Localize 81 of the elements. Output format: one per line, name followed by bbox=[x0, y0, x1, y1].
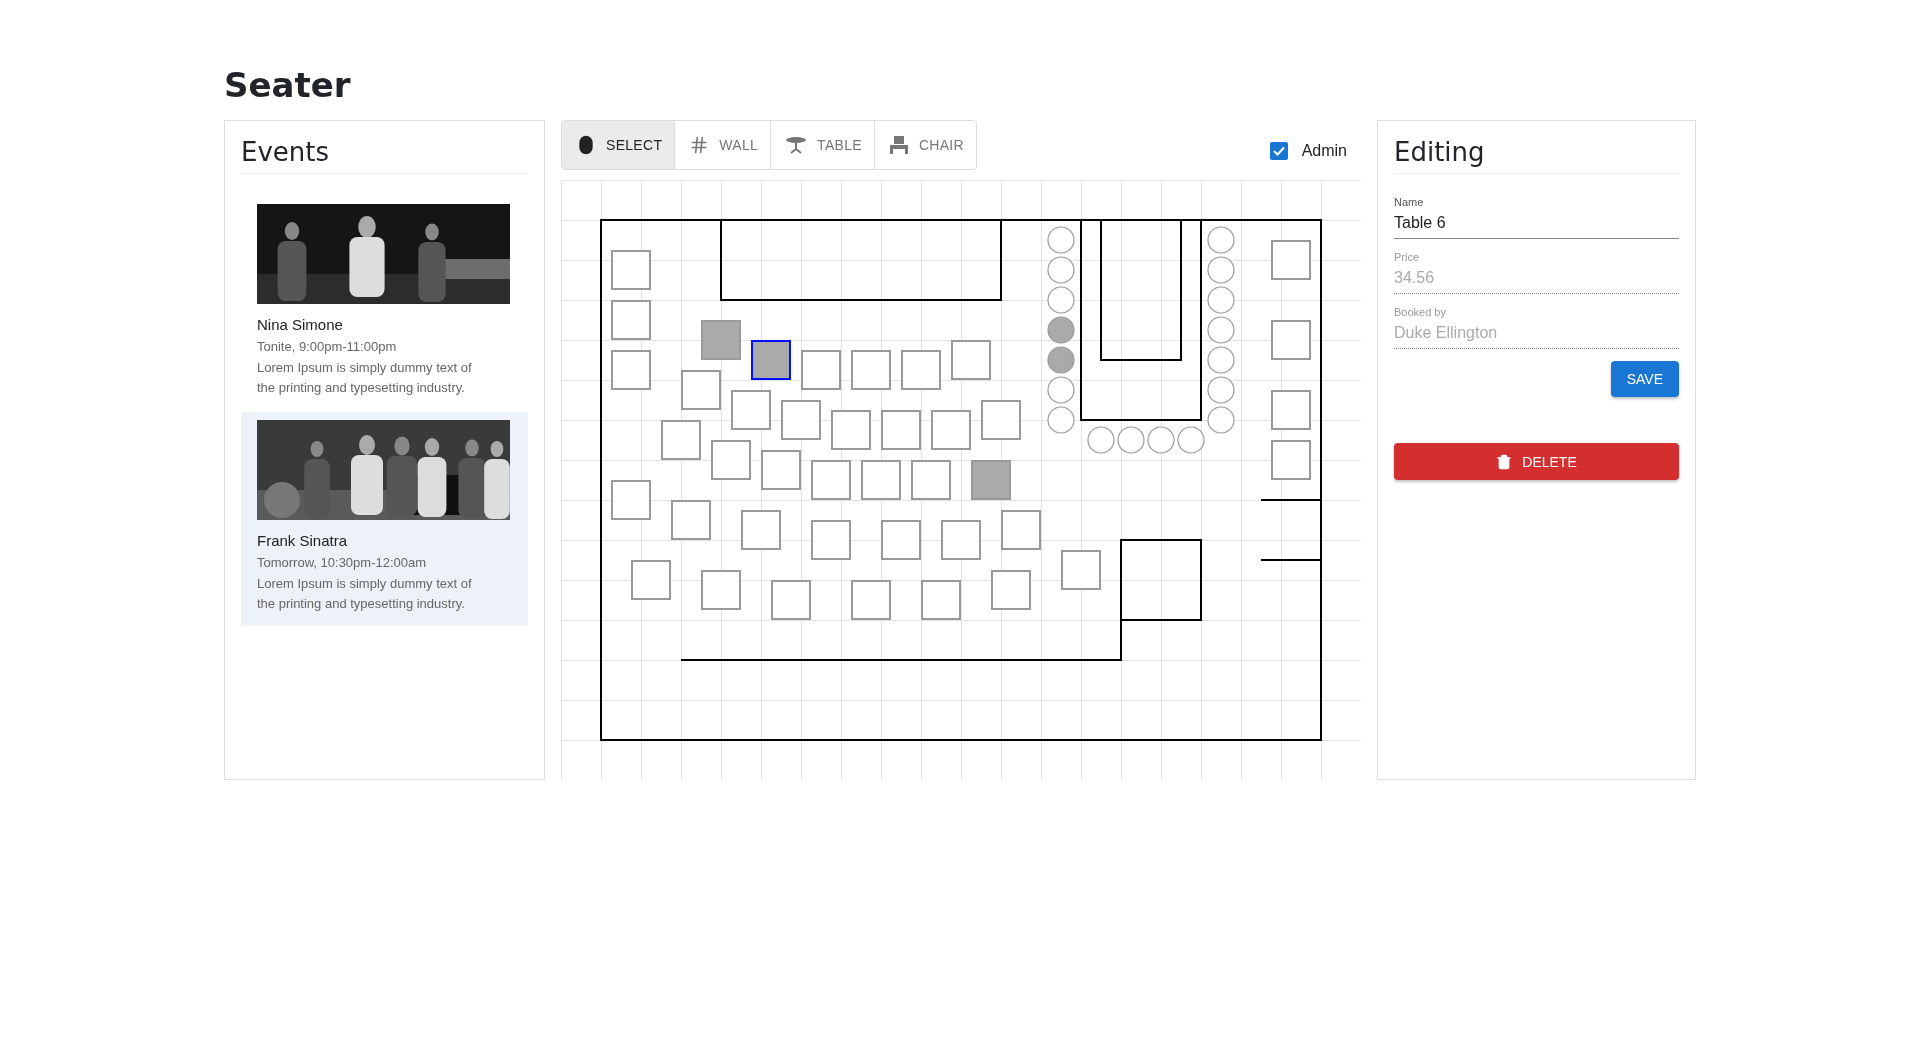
table[interactable] bbox=[881, 520, 921, 560]
chair[interactable] bbox=[1177, 426, 1205, 454]
table-icon bbox=[785, 136, 808, 154]
field-label: Name bbox=[1394, 196, 1425, 208]
trash-icon bbox=[1496, 453, 1513, 470]
table[interactable] bbox=[981, 400, 1021, 440]
chair[interactable] bbox=[1047, 256, 1075, 284]
event-card[interactable]: Frank Sinatra Tomorrow, 10:30pm-12:00am Lorem Ipsum is simply dummy text of the printing and typesetting industry. bbox=[241, 412, 528, 626]
table[interactable] bbox=[661, 420, 701, 460]
table[interactable] bbox=[761, 450, 801, 490]
chair-icon bbox=[888, 136, 909, 154]
table[interactable] bbox=[611, 300, 651, 340]
chair[interactable] bbox=[1207, 376, 1235, 404]
chair[interactable] bbox=[1047, 226, 1075, 254]
table[interactable] bbox=[811, 460, 851, 500]
table[interactable] bbox=[811, 520, 851, 560]
table[interactable] bbox=[751, 340, 791, 380]
chair[interactable] bbox=[1147, 426, 1175, 454]
chair[interactable] bbox=[1207, 226, 1235, 254]
event-description: Lorem Ipsum is simply dummy text of the printing and typesetting industry. bbox=[257, 575, 473, 613]
admin-checkbox[interactable] bbox=[1269, 142, 1288, 160]
table[interactable] bbox=[781, 400, 821, 440]
chair[interactable] bbox=[1047, 316, 1075, 344]
table[interactable] bbox=[1271, 390, 1311, 430]
panel-title: Events bbox=[241, 137, 528, 174]
save-button[interactable]: SAVE bbox=[1610, 361, 1679, 397]
table[interactable] bbox=[611, 350, 651, 390]
table[interactable] bbox=[851, 580, 891, 620]
chair[interactable] bbox=[1207, 316, 1235, 344]
chair[interactable] bbox=[1047, 406, 1075, 434]
event-time: Tonite, 9:00pm-11:00pm bbox=[257, 339, 398, 354]
table[interactable] bbox=[991, 570, 1031, 610]
delete-button[interactable]: DELETE bbox=[1394, 443, 1679, 480]
table[interactable] bbox=[1271, 440, 1311, 480]
table[interactable] bbox=[731, 390, 771, 430]
table[interactable] bbox=[881, 410, 921, 450]
table[interactable] bbox=[921, 580, 961, 620]
chair[interactable] bbox=[1047, 286, 1075, 314]
table[interactable] bbox=[911, 460, 951, 500]
table[interactable] bbox=[801, 350, 841, 390]
chair[interactable] bbox=[1047, 346, 1075, 374]
table[interactable] bbox=[671, 500, 711, 540]
event-time: Tomorrow, 10:30pm-12:00am bbox=[257, 555, 428, 570]
table[interactable] bbox=[771, 580, 811, 620]
chair[interactable] bbox=[1207, 406, 1235, 434]
event-card[interactable]: Nina Simone Tonite, 9:00pm-11:00pm Lorem Ipsum is simply dummy text of the printing and typesetting industry. bbox=[241, 196, 528, 410]
table[interactable] bbox=[631, 560, 671, 600]
table[interactable] bbox=[681, 370, 721, 410]
table[interactable] bbox=[831, 410, 871, 450]
field-label: Booked by bbox=[1394, 306, 1447, 318]
chair[interactable] bbox=[1207, 346, 1235, 374]
chair[interactable] bbox=[1047, 376, 1075, 404]
table[interactable] bbox=[931, 410, 971, 450]
chair[interactable] bbox=[1117, 426, 1145, 454]
checkbox-label: Admin bbox=[1301, 142, 1347, 160]
table[interactable] bbox=[1271, 320, 1311, 360]
event-name: Nina Simone bbox=[257, 316, 344, 333]
chair[interactable] bbox=[1087, 426, 1115, 454]
table[interactable] bbox=[611, 250, 651, 290]
table[interactable] bbox=[851, 350, 891, 390]
mouse-icon bbox=[576, 135, 596, 155]
table[interactable] bbox=[1271, 240, 1311, 280]
tool-button[interactable]: SELECT bbox=[562, 121, 676, 169]
text-field[interactable]: Table 6 bbox=[1394, 214, 1679, 239]
event-name: Frank Sinatra bbox=[257, 532, 349, 549]
table[interactable] bbox=[901, 350, 941, 390]
table[interactable] bbox=[1001, 510, 1041, 550]
table[interactable] bbox=[741, 510, 781, 550]
chair[interactable] bbox=[1207, 286, 1235, 314]
event-description: Lorem Ipsum is simply dummy text of the printing and typesetting industry. bbox=[257, 359, 473, 397]
app-title: Seater bbox=[224, 64, 352, 107]
field-label: Price bbox=[1394, 251, 1421, 263]
chair[interactable] bbox=[1207, 256, 1235, 284]
table[interactable] bbox=[861, 460, 901, 500]
table[interactable] bbox=[611, 480, 651, 520]
table[interactable] bbox=[951, 340, 991, 380]
table[interactable] bbox=[711, 440, 751, 480]
table[interactable] bbox=[701, 570, 741, 610]
table[interactable] bbox=[1061, 550, 1101, 590]
table[interactable] bbox=[941, 520, 981, 560]
panel-title: Editing bbox=[1394, 137, 1679, 174]
